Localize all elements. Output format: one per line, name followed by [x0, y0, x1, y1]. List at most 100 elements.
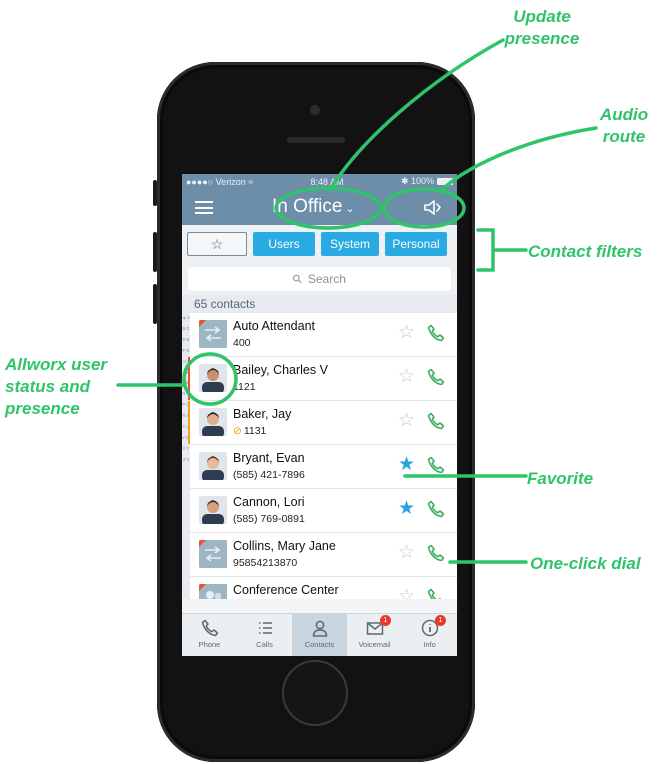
contact-number: (585) 769-0891	[233, 513, 305, 525]
tab-label: Voicemail	[358, 640, 391, 649]
dial-phone-icon[interactable]	[426, 455, 446, 475]
contact-number: 1131	[243, 425, 267, 437]
contact-name: Baker, Jay	[233, 407, 292, 421]
contact-filters: ☆ Users System Personal	[182, 225, 457, 263]
favorite-star-icon[interactable]: ☆	[398, 367, 415, 387]
presence-bar	[188, 401, 190, 444]
alphabet-index[interactable]: ▲ A B C D E F G H I J K L M N O P Q R S …	[182, 313, 190, 599]
callout-one-click-dial: One-click dial	[530, 554, 641, 573]
dial-phone-icon[interactable]	[426, 587, 446, 599]
contact-number: 400	[233, 337, 251, 349]
callout-line: route	[602, 127, 646, 146]
presence-label: In Office	[272, 196, 343, 217]
list-item[interactable]: Collins, Mary Jane 95854213870 ☆	[190, 533, 457, 577]
contact-list: 65 contacts ▲ A B C D E F G H I J K L M …	[182, 295, 457, 599]
list-item[interactable]: Auto Attendant 400 ☆	[190, 313, 457, 357]
favorite-star-icon[interactable]: ★	[398, 499, 415, 519]
callout-contact-filters: Contact filters	[528, 242, 643, 261]
presence-bar	[188, 357, 190, 400]
list-item[interactable]: Bryant, Evan (585) 421-7896 ★	[190, 445, 457, 489]
favorite-star-icon[interactable]: ☆	[398, 543, 415, 563]
hamburger-icon[interactable]	[195, 201, 213, 214]
callout-line: Allworx user	[5, 355, 108, 374]
list-item[interactable]: Conference Center408☆	[190, 577, 457, 599]
contacts-icon	[312, 620, 327, 637]
search-placeholder: Search	[307, 272, 346, 286]
dnd-icon: ⊘	[233, 425, 242, 437]
dial-phone-icon[interactable]	[426, 411, 446, 431]
avatar	[199, 584, 227, 599]
favorite-star-icon[interactable]: ☆	[398, 587, 415, 600]
dial-phone-icon[interactable]	[426, 367, 446, 387]
list-item[interactable]: Baker, Jay ⊘ 1131 ☆	[188, 401, 457, 445]
dial-phone-icon[interactable]	[426, 543, 446, 563]
callout-line: presence	[504, 29, 580, 48]
battery-label: ✱ 100%	[400, 176, 434, 186]
contact-detail: (585) 421-7896	[233, 469, 305, 481]
battery-icon	[437, 178, 453, 185]
status-flag	[199, 584, 206, 591]
nav-bar: In Office ⌄	[182, 189, 457, 225]
contact-detail: 95854213870	[233, 557, 297, 569]
clock: 8:48 AM	[310, 176, 344, 187]
front-camera	[310, 105, 320, 115]
list-item[interactable]: Cannon, Lori (585) 769-0891 ★	[190, 489, 457, 533]
callout-line: Update	[513, 7, 571, 26]
search-bar: ⚲ Search	[182, 263, 457, 295]
callout-update-presence: Update presence	[497, 6, 587, 50]
search-icon: ⚲	[289, 270, 306, 288]
favorite-star-icon[interactable]: ★	[398, 455, 415, 475]
callout-user-status: Allworx user status and presence	[5, 354, 107, 420]
tab-voicemail[interactable]: Voicemail 1	[347, 614, 402, 656]
tab-phone[interactable]: Phone	[182, 614, 237, 656]
callout-favorite: Favorite	[527, 469, 594, 488]
status-flag	[199, 320, 206, 327]
callout-line: Audio	[599, 105, 649, 124]
contact-number: 95854213870	[233, 557, 298, 569]
filter-personal-button[interactable]: Personal	[385, 232, 447, 256]
avatar	[199, 452, 227, 480]
tab-bar: Phone Calls Contacts Voicemail 1 Info 1	[182, 613, 457, 656]
contact-detail: 400	[233, 337, 251, 349]
tab-contacts[interactable]: Contacts	[292, 614, 347, 656]
contact-number: (585) 421-7896	[233, 469, 305, 481]
chevron-down-icon: ⌄	[345, 203, 355, 215]
list-item[interactable]: Bailey, Charles V 1121 ☆	[188, 357, 457, 401]
app-screen: ●●●●○ Verizon ≈ 8:48 AM ✱ 100% In Office…	[182, 174, 457, 656]
contact-name: Bryant, Evan	[233, 451, 305, 465]
filter-users-button[interactable]: Users	[253, 232, 315, 256]
status-bar: ●●●●○ Verizon ≈ 8:48 AM ✱ 100%	[182, 174, 457, 189]
tab-calls[interactable]: Calls	[237, 614, 292, 656]
favorite-star-icon[interactable]: ☆	[398, 411, 415, 431]
contact-detail: (585) 769-0891	[233, 513, 305, 525]
filter-favorites-button[interactable]: ☆	[187, 232, 247, 256]
dial-phone-icon[interactable]	[426, 323, 446, 343]
tab-label: Phone	[198, 640, 221, 649]
callout-line: status and	[5, 377, 91, 396]
avatar	[199, 496, 227, 524]
phone-icon	[201, 619, 218, 637]
search-input[interactable]: ⚲ Search	[188, 267, 451, 291]
volume-up-button	[153, 232, 157, 272]
contact-name: Auto Attendant	[233, 319, 316, 333]
contacts-count: 65 contacts	[182, 295, 457, 313]
contact-detail: 1121	[233, 381, 256, 393]
phone-device: ●●●●○ Verizon ≈ 8:48 AM ✱ 100% In Office…	[153, 62, 475, 762]
dial-phone-icon[interactable]	[426, 499, 446, 519]
notification-badge: 1	[435, 615, 446, 626]
avatar	[199, 540, 227, 568]
avatar	[199, 364, 227, 392]
callout-line: presence	[5, 399, 80, 418]
contact-name: Bailey, Charles V	[233, 363, 328, 377]
earpiece-speaker	[287, 137, 345, 143]
favorite-star-icon[interactable]: ☆	[398, 323, 415, 343]
filter-system-button[interactable]: System	[321, 232, 379, 256]
tab-info[interactable]: Info 1	[402, 614, 457, 656]
notification-badge: 1	[380, 615, 391, 626]
contact-number: 1121	[233, 381, 256, 393]
carrier-label: ●●●●○ Verizon ≈	[186, 176, 254, 187]
presence-selector[interactable]: In Office ⌄	[272, 194, 355, 222]
contact-name: Collins, Mary Jane	[233, 539, 336, 553]
speaker-icon[interactable]	[423, 199, 443, 216]
home-button[interactable]	[282, 660, 348, 726]
